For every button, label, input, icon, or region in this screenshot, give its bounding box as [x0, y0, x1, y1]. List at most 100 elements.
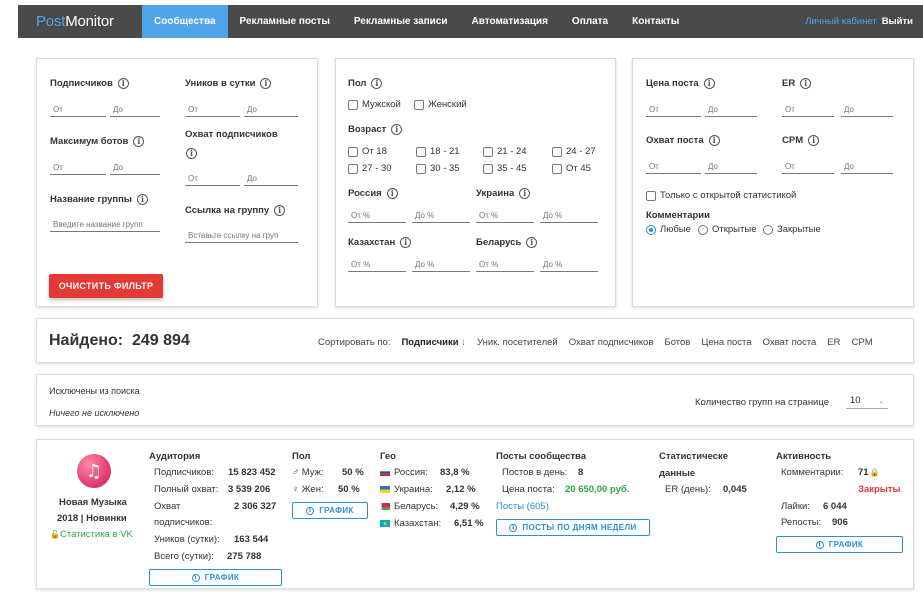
er-day-label: ER (день): — [665, 484, 711, 495]
sort-current[interactable]: Подписчики ↓ — [401, 337, 466, 348]
full-reach-label: Полный охват: — [154, 484, 219, 495]
info-icon[interactable]: i — [391, 124, 403, 135]
cpm-to-input[interactable] — [841, 159, 893, 174]
russia-filter-label: Россия i — [348, 188, 398, 199]
female-value: 50 % — [338, 484, 360, 495]
info-icon[interactable]: i — [260, 78, 272, 89]
post-price-to-input[interactable] — [705, 102, 757, 117]
sort-option[interactable]: Охват подписчиков — [569, 337, 654, 348]
russia-from-input[interactable] — [348, 208, 406, 223]
info-icon[interactable]: i — [703, 78, 715, 89]
age-checkbox[interactable]: 30 - 35 — [416, 163, 460, 174]
gender-female-checkbox[interactable]: Женский — [414, 99, 467, 110]
age-checkbox[interactable]: 35 - 45 — [483, 163, 527, 174]
kazakhstan-from-input[interactable] — [348, 257, 406, 272]
posts-link[interactable]: Посты (605) — [496, 501, 549, 512]
nav-item-payment[interactable]: Оплата — [560, 5, 620, 38]
group-avatar[interactable]: ♫ — [77, 454, 111, 488]
cpm-from-input[interactable] — [782, 159, 834, 174]
group-name[interactable]: Новая Музыка — [59, 497, 127, 508]
post-reach-from-input[interactable] — [646, 159, 701, 174]
gender-male-checkbox[interactable]: Мужской — [348, 99, 401, 110]
activity-chart-button[interactable]: i ГРАФИК — [776, 536, 903, 553]
logo[interactable]: PostMonitor — [18, 13, 142, 30]
open-stats-checkbox[interactable]: Только с открытой статистикой — [646, 190, 796, 201]
group-subname[interactable]: 2018 | Новинки — [57, 513, 127, 524]
post-price-from-input[interactable] — [646, 102, 701, 117]
info-icon[interactable]: i — [386, 188, 398, 199]
post-reach-to-input[interactable] — [705, 159, 757, 174]
posts-by-weekday-button[interactable]: i ПОСТЫ ПО ДНЯМ НЕДЕЛИ — [496, 519, 650, 536]
ukraine-from-input[interactable] — [476, 208, 534, 223]
er-to-input[interactable] — [841, 102, 893, 117]
info-icon[interactable]: i — [117, 78, 129, 89]
male-value: 50 % — [342, 467, 364, 478]
sort-option[interactable]: CPM — [852, 337, 873, 348]
info-icon[interactable]: i — [400, 237, 412, 248]
nav-item-automation[interactable]: Автоматизация — [460, 5, 560, 38]
info-icon[interactable]: i — [371, 78, 383, 89]
reach-label-2: подписчиков: — [154, 517, 213, 528]
sort-option[interactable]: Уник. посетителей — [477, 337, 558, 348]
age-checkbox[interactable]: 24 - 27 — [552, 146, 596, 157]
belarus-to-input[interactable] — [540, 257, 598, 272]
info-icon[interactable]: i — [137, 194, 148, 205]
comments-label: Комментарии: — [781, 467, 844, 478]
geo-title: Гео — [380, 451, 396, 462]
age-checkbox[interactable]: 21 - 24 — [483, 146, 527, 157]
info-icon[interactable]: i — [708, 135, 720, 146]
age-checkbox[interactable]: 18 - 21 — [416, 146, 460, 157]
comments-closed-radio[interactable]: Закрытые — [763, 224, 821, 235]
per-page-select[interactable]: 10 ⌄ — [846, 393, 888, 409]
info-icon[interactable]: i — [800, 78, 812, 89]
uniques-from-input[interactable] — [185, 102, 240, 117]
age-checkbox[interactable]: От 45 — [552, 163, 591, 174]
info-icon: i — [191, 573, 200, 582]
post-reach-filter-label: Охват поста i — [646, 135, 720, 146]
subscribers-from-input[interactable] — [50, 102, 106, 117]
vk-stats-link[interactable]: 🔓Статистика в VK — [50, 529, 133, 540]
sort-option[interactable]: Охват поста — [763, 337, 817, 348]
info-icon[interactable]: i — [808, 135, 820, 146]
reach-to-input[interactable] — [244, 171, 298, 186]
er-from-input[interactable] — [782, 102, 834, 117]
sort-option[interactable]: Цена поста — [701, 337, 751, 348]
sort-option[interactable]: Ботов — [664, 337, 690, 348]
comments-any-radio[interactable]: Любые — [646, 224, 691, 235]
clear-filter-button[interactable]: ОЧИСТИТЬ ФИЛЬТР — [49, 274, 163, 298]
age-checkbox[interactable]: 27 - 30 — [348, 163, 392, 174]
info-icon[interactable]: i — [526, 237, 538, 248]
nav-item-contacts[interactable]: Контакты — [620, 5, 691, 38]
info-icon[interactable]: i — [274, 205, 286, 216]
audience-title: Аудитория — [149, 451, 201, 462]
gender-chart-button[interactable]: i ГРАФИК — [292, 502, 368, 519]
russia-flag-icon — [380, 469, 390, 476]
per-page-label: Количество групп на странице — [695, 397, 829, 408]
age-checkbox[interactable]: От 18 — [348, 146, 387, 157]
ukraine-to-input[interactable] — [540, 208, 598, 223]
comments-open-radio[interactable]: Открытые — [698, 224, 756, 235]
info-icon[interactable]: i — [519, 188, 531, 199]
nav-item-communities[interactable]: Сообщества — [142, 5, 228, 38]
reach-from-input[interactable] — [185, 171, 240, 186]
russia-to-input[interactable] — [412, 208, 470, 223]
subscribers-to-input[interactable] — [110, 102, 160, 117]
top-nav: PostMonitor Сообщества Рекламные посты Р… — [18, 5, 923, 38]
info-icon[interactable]: i — [186, 148, 197, 159]
group-link-input[interactable] — [185, 228, 298, 243]
cabinet-link[interactable]: Личный кабинет — [805, 16, 876, 27]
audience-chart-button[interactable]: i ГРАФИК — [149, 569, 282, 586]
nav-item-ad-posts[interactable]: Рекламные посты — [228, 5, 342, 38]
bots-from-input[interactable] — [50, 160, 106, 175]
comments-value: 71🔒 — [858, 467, 880, 478]
male-stat: ♂ Муж: — [292, 467, 324, 478]
uniques-to-input[interactable] — [244, 102, 298, 117]
sort-option[interactable]: ER — [827, 337, 840, 348]
bots-to-input[interactable] — [110, 160, 160, 175]
kazakhstan-to-input[interactable] — [412, 257, 470, 272]
belarus-from-input[interactable] — [476, 257, 534, 272]
logout-link[interactable]: Выйти — [882, 16, 913, 27]
info-icon[interactable]: i — [133, 136, 145, 147]
group-name-input[interactable] — [50, 217, 160, 232]
nav-item-ad-records[interactable]: Рекламные записи — [342, 5, 460, 38]
